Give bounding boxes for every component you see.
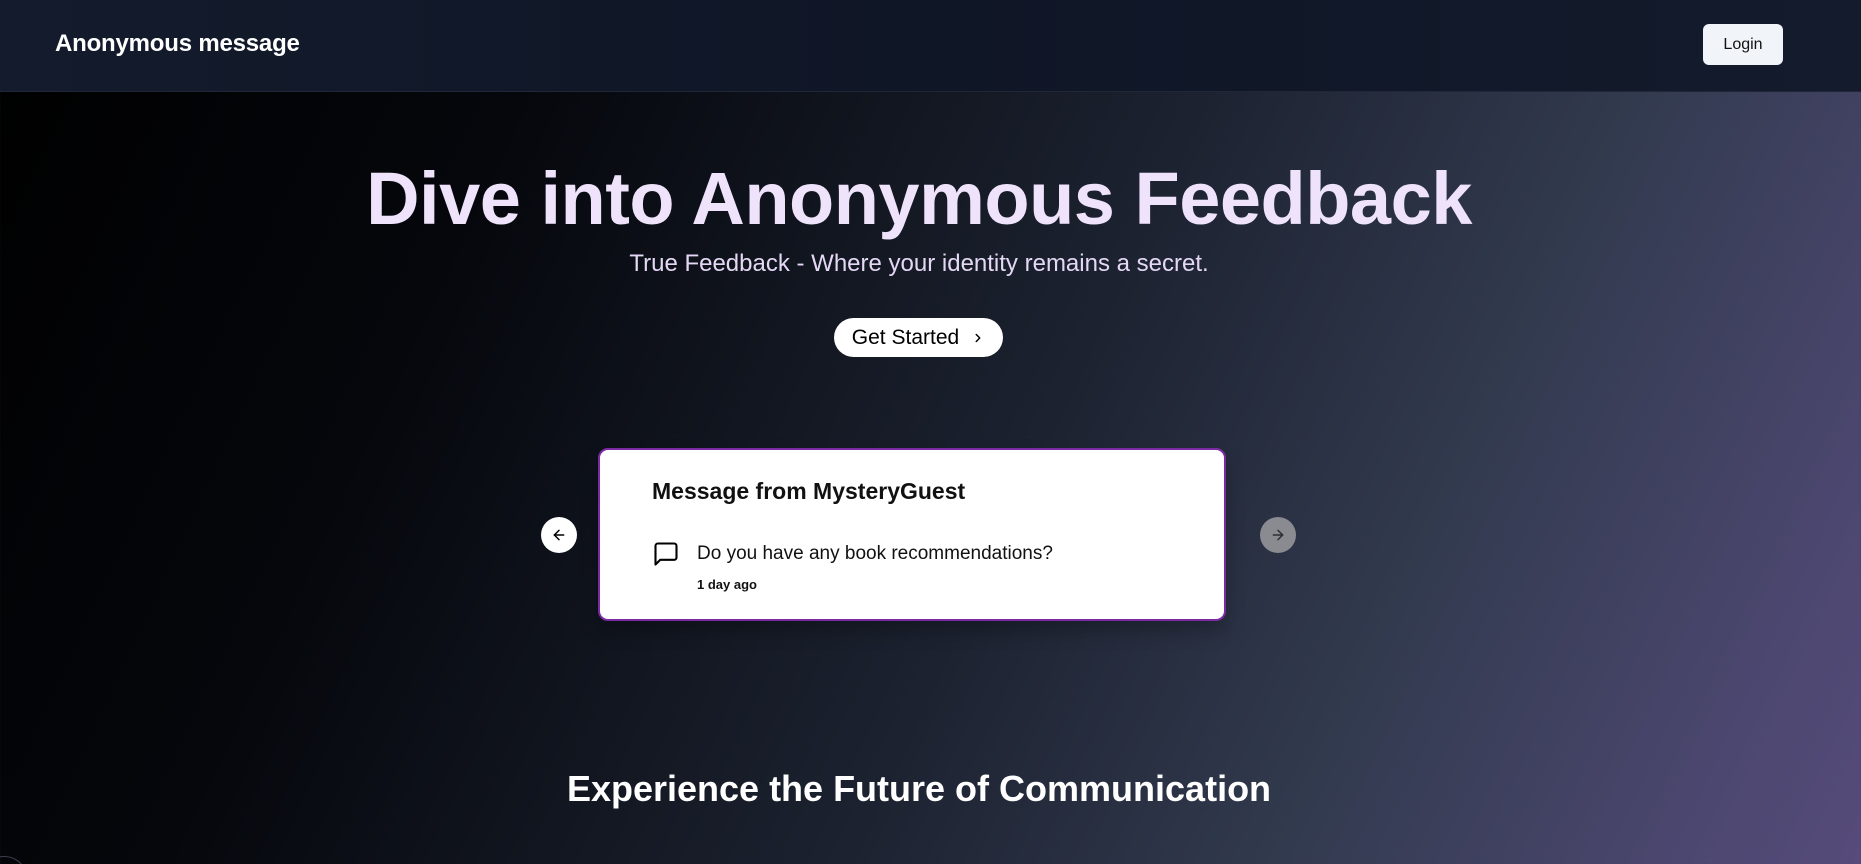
message-card-title: Message from MysteryGuest bbox=[652, 478, 966, 504]
get-started-button[interactable]: Get Started bbox=[834, 318, 1003, 357]
message-card: Message from MysteryGuest Do you have an… bbox=[598, 448, 1226, 621]
arrow-left-icon bbox=[551, 527, 567, 543]
hero-subtitle: True Feedback - Where your identity rema… bbox=[629, 250, 1209, 277]
navbar: Anonymous message Login bbox=[0, 0, 1861, 92]
message-content: Do you have any book recommendations? bbox=[697, 543, 1053, 564]
chevron-right-icon bbox=[971, 331, 985, 345]
arrow-right-icon bbox=[1270, 527, 1286, 543]
features-section-title: Experience the Future of Communication bbox=[566, 768, 1272, 809]
carousel-previous-button[interactable] bbox=[541, 517, 577, 553]
brand-logo-text[interactable]: Anonymous message bbox=[55, 30, 300, 58]
corner-decoration bbox=[0, 856, 28, 864]
message-square-icon bbox=[652, 540, 680, 568]
hero-title: Dive into Anonymous Feedback bbox=[366, 157, 1472, 240]
login-button[interactable]: Login bbox=[1703, 24, 1783, 65]
message-timestamp: 1 day ago bbox=[697, 577, 757, 592]
get-started-label: Get Started bbox=[851, 325, 960, 349]
carousel-next-button[interactable] bbox=[1260, 517, 1296, 553]
